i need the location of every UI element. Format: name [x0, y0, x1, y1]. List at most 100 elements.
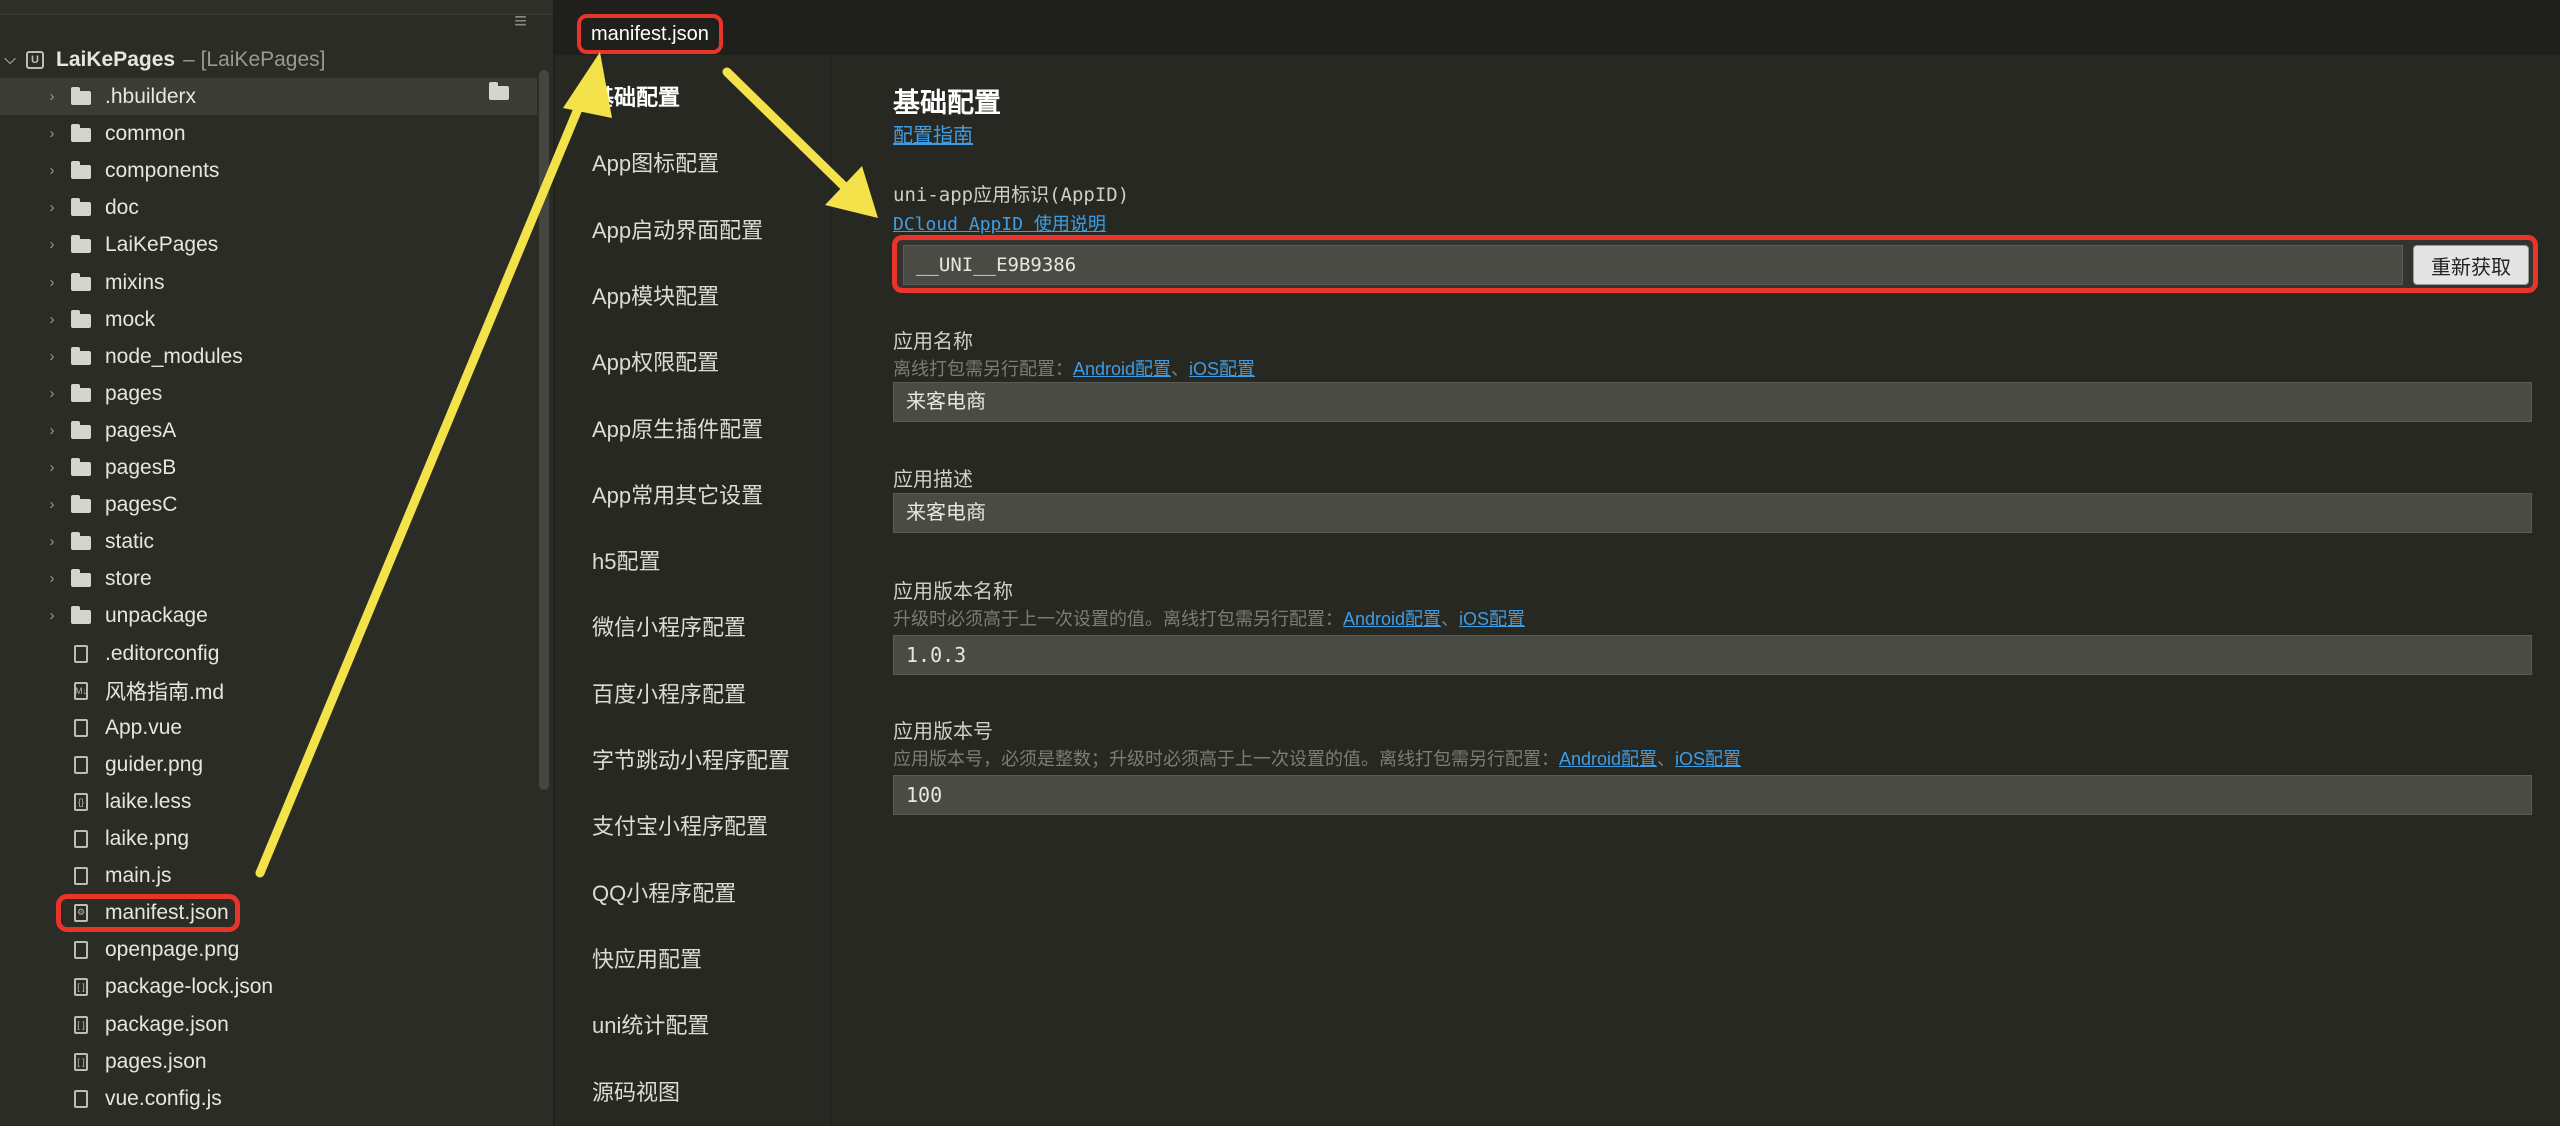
tree-folder-item[interactable]: › pagesA — [0, 412, 537, 449]
tree-folder-item[interactable]: › pagesC — [0, 486, 537, 523]
file-shape: [ ] — [74, 977, 88, 996]
folder-shape — [71, 309, 91, 328]
app-desc-label: 应用描述 — [893, 469, 973, 491]
config-menu-item[interactable]: 百度小程序配置 — [592, 677, 746, 709]
folder-shape — [71, 86, 91, 105]
config-menu-item[interactable]: h5配置 — [592, 544, 660, 576]
config-menu-item[interactable]: uni统计配置 — [592, 1008, 709, 1040]
chevron-right-icon[interactable]: › — [42, 570, 62, 587]
chevron-down-icon[interactable]: ⌵ — [0, 51, 20, 68]
tree-folder-item[interactable]: › LaiKePages — [0, 226, 537, 263]
chevron-right-icon[interactable]: › — [42, 607, 62, 624]
tree-item-label: pagesA — [105, 418, 177, 442]
tree-folder-item[interactable]: › common — [0, 115, 537, 152]
version-name-input[interactable]: 1.0.3 — [893, 635, 2532, 675]
appid-input[interactable] — [903, 245, 2403, 285]
config-menu-item[interactable]: App图标配置 — [592, 146, 719, 178]
menu-icon[interactable]: ≡ — [514, 10, 527, 32]
tree-item-label: vue.config.js — [105, 1086, 222, 1110]
tree-file-item[interactable]: openpage.png — [0, 931, 537, 968]
tree-folder-item[interactable]: › doc — [0, 189, 537, 226]
refresh-appid-button[interactable]: 重新获取 — [2413, 245, 2529, 285]
config-menu-item[interactable]: 基础配置 — [592, 80, 680, 112]
chevron-right-icon[interactable]: › — [42, 199, 62, 216]
config-menu-item[interactable]: 微信小程序配置 — [592, 610, 746, 642]
chevron-right-icon[interactable]: › — [42, 236, 62, 253]
app-desc-input[interactable]: 来客电商 — [893, 493, 2532, 533]
app-name-label: 应用名称 — [893, 331, 973, 353]
version-code-input[interactable]: 100 — [893, 775, 2532, 815]
tree-folder-item[interactable]: › mock — [0, 301, 537, 338]
chevron-right-icon[interactable]: › — [42, 348, 62, 365]
chevron-right-icon[interactable]: › — [42, 274, 62, 291]
chevron-right-icon[interactable]: › — [42, 385, 62, 402]
chevron-right-icon[interactable]: › — [42, 459, 62, 476]
folder-icon — [70, 197, 92, 216]
tab-manifest-json[interactable]: manifest.json — [577, 14, 723, 54]
file-shape — [74, 940, 88, 959]
tree-file-item[interactable]: guider.png — [0, 746, 537, 783]
chevron-right-icon[interactable]: › — [42, 533, 62, 550]
tree-folder-item[interactable]: › unpackage — [0, 597, 537, 634]
config-menu-item[interactable]: App启动界面配置 — [592, 213, 763, 245]
version-code-hint: 应用版本号，必须是整数；升级时必须高于上一次设置的值。离线打包需另行配置：And… — [893, 745, 1741, 771]
markdown-icon: M↓ — [70, 681, 92, 700]
tree-item-label: manifest.json — [56, 893, 240, 932]
folder-shape — [71, 568, 91, 587]
android-config-link[interactable]: Android配置 — [1343, 609, 1441, 629]
appid-help-link[interactable]: DCloud AppID 使用说明 — [893, 210, 1106, 236]
chevron-right-icon[interactable]: › — [42, 422, 62, 439]
chevron-right-icon[interactable]: › — [42, 162, 62, 179]
config-guide-link[interactable]: 配置指南 — [893, 119, 973, 148]
tree-file-item[interactable]: vue.config.js — [0, 1080, 537, 1117]
ios-config-link[interactable]: iOS配置 — [1675, 749, 1741, 769]
chevron-right-icon[interactable]: › — [42, 88, 62, 105]
tree-folder-item[interactable]: › store — [0, 560, 537, 597]
tree-folder-item[interactable]: › mixins — [0, 264, 537, 301]
tree-file-item[interactable]: main.js — [0, 857, 537, 894]
config-menu-item[interactable]: App权限配置 — [592, 345, 719, 377]
tree-folder-item[interactable]: › components — [0, 152, 537, 189]
tree-file-item[interactable]: .editorconfig — [0, 635, 537, 672]
android-config-link[interactable]: Android配置 — [1073, 359, 1171, 379]
config-menu-item[interactable]: 字节跳动小程序配置 — [592, 743, 790, 775]
file-shape: M↓ — [74, 681, 88, 700]
config-menu-item[interactable]: App原生插件配置 — [592, 412, 763, 444]
open-folder-icon[interactable] — [489, 82, 509, 100]
image-file-icon — [70, 755, 92, 774]
tree-file-item[interactable]: [ ] package-lock.json — [0, 968, 537, 1005]
tree-file-item[interactable]: {} laike.less — [0, 783, 537, 820]
app-name-input[interactable]: 来客电商 — [893, 382, 2532, 422]
tree-folder-item[interactable]: › node_modules — [0, 338, 537, 375]
tree-folder-item[interactable]: › .hbuilderx — [0, 78, 537, 115]
chevron-right-icon[interactable]: › — [42, 125, 62, 142]
tree-item-label: node_modules — [105, 344, 243, 368]
tree-file-item[interactable]: M↓ 风格指南.md — [0, 672, 537, 709]
ios-config-link[interactable]: iOS配置 — [1189, 359, 1255, 379]
tree-file-item[interactable]: ⚙ manifest.json — [0, 893, 537, 932]
config-menu-item[interactable]: 快应用配置 — [592, 942, 702, 974]
tree-file-item[interactable]: laike.png — [0, 820, 537, 857]
tree-file-item[interactable]: App.vue — [0, 709, 537, 746]
tree-folder-item[interactable]: › pagesB — [0, 449, 537, 486]
config-menu-item[interactable]: 源码视图 — [592, 1075, 680, 1107]
chevron-right-icon[interactable]: › — [42, 311, 62, 328]
config-menu-item[interactable]: QQ小程序配置 — [592, 876, 736, 908]
tree-file-item[interactable]: [ ] package.json — [0, 1006, 537, 1043]
config-menu-item[interactable]: App模块配置 — [592, 279, 719, 311]
sidebar-scrollbar[interactable] — [539, 70, 549, 790]
folder-icon — [70, 123, 92, 142]
tree-folder-item[interactable]: › static — [0, 523, 537, 560]
config-menu-item[interactable]: App常用其它设置 — [592, 478, 763, 510]
folder-shape — [71, 494, 91, 513]
project-root[interactable]: ⌵ U LaiKePages – [LaiKePages] — [0, 41, 537, 78]
chevron-right-icon[interactable]: › — [42, 496, 62, 513]
ios-config-link[interactable]: iOS配置 — [1459, 609, 1525, 629]
tree-folder-item[interactable]: › pages — [0, 375, 537, 412]
folder-shape — [71, 531, 91, 550]
tree-item-label: package-lock.json — [105, 974, 274, 998]
config-menu-item[interactable]: 支付宝小程序配置 — [592, 809, 768, 841]
android-config-link[interactable]: Android配置 — [1559, 749, 1657, 769]
tree-file-item[interactable]: [ ] pages.json — [0, 1043, 537, 1080]
app-name-hint: 离线打包需另行配置：Android配置、iOS配置 — [893, 355, 1255, 381]
